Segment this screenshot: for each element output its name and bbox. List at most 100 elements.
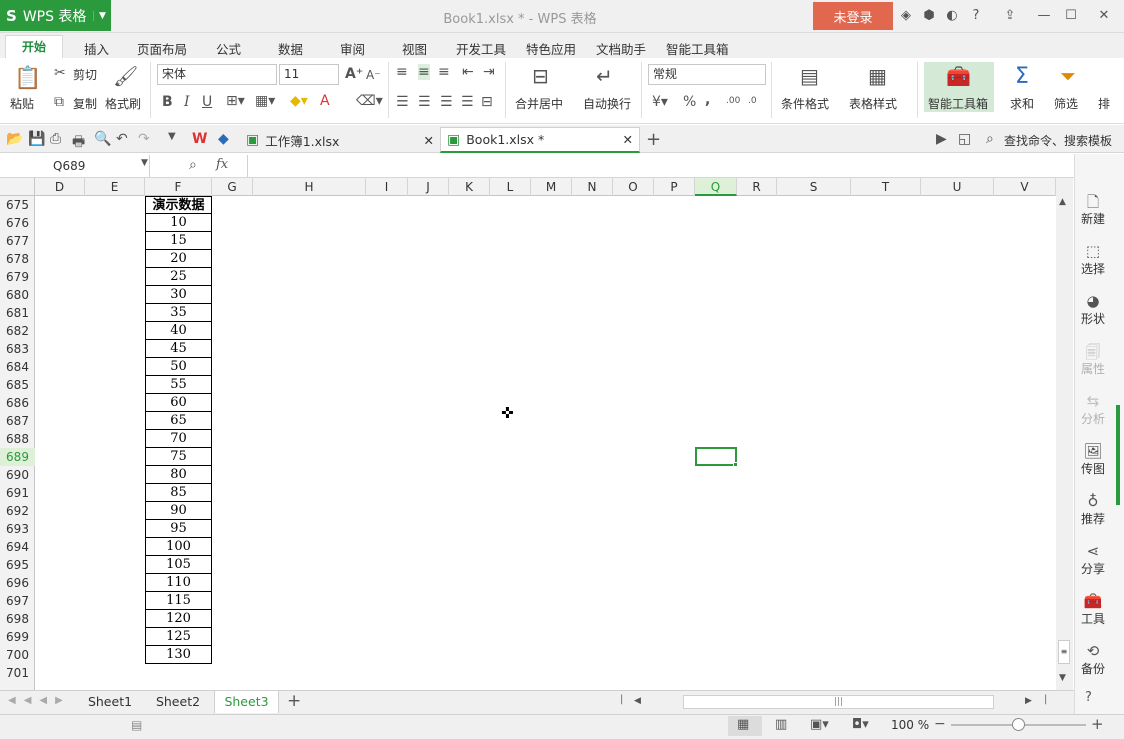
copy-button[interactable]: 复制 — [73, 95, 97, 112]
sum-button[interactable]: 求和 — [1010, 95, 1034, 112]
cut-button[interactable]: 剪切 — [73, 66, 97, 83]
font-size-select[interactable]: 11 — [279, 64, 339, 85]
undo-icon[interactable]: ↶ — [116, 131, 128, 147]
row-header-689[interactable]: 689 — [0, 448, 35, 466]
doc-tab-workbook1[interactable]: ▣ 工作簿1.xlsx ✕ — [240, 127, 440, 153]
row-header-679[interactable]: 679 — [0, 268, 35, 286]
scissors-icon[interactable]: ✂ — [54, 65, 66, 81]
merge-center-button[interactable]: 合并居中 — [515, 95, 563, 112]
table-cell[interactable]: 115 — [145, 592, 212, 610]
column-header-T[interactable]: T — [851, 178, 921, 196]
column-header-N[interactable]: N — [572, 178, 613, 196]
tab-special[interactable]: 特色应用 — [526, 39, 576, 58]
side-properties[interactable]: 🗐 属性 — [1074, 342, 1112, 377]
column-header-H[interactable]: H — [253, 178, 366, 196]
row-header-677[interactable]: 677 — [0, 232, 35, 250]
search-icon[interactable]: ⌕ — [986, 131, 994, 147]
row-header-693[interactable]: 693 — [0, 520, 35, 538]
zoom-slider-knob[interactable] — [1012, 718, 1025, 731]
column-header-V[interactable]: V — [994, 178, 1056, 196]
fill-color-icon[interactable]: ◆▾ — [290, 93, 308, 109]
table-cell[interactable]: 110 — [145, 574, 212, 592]
number-format-select[interactable]: 常规 — [648, 64, 766, 85]
chevron-down-icon[interactable]: ▼ — [93, 10, 111, 21]
justify-icon[interactable]: ☰ — [461, 94, 474, 110]
format-painter-button[interactable]: 格式刷 — [105, 95, 141, 112]
border-icon[interactable]: ⊞▾ — [226, 93, 245, 109]
tab-home[interactable]: 开始 — [5, 35, 63, 59]
tab-review[interactable]: 审阅 — [340, 39, 365, 58]
row-header-682[interactable]: 682 — [0, 322, 35, 340]
row-header-684[interactable]: 684 — [0, 358, 35, 376]
sheet-tab-3[interactable]: Sheet3 — [214, 691, 279, 713]
vertical-scrollbar[interactable] — [1056, 178, 1073, 690]
eye-protect-icon[interactable]: ◘▾ — [852, 717, 869, 732]
table-cell[interactable]: 85 — [145, 484, 212, 502]
column-header-L[interactable]: L — [490, 178, 531, 196]
font-color-button[interactable]: A — [320, 93, 330, 109]
help-icon[interactable]: ? — [968, 8, 984, 24]
print-preview-icon[interactable]: 🔍 — [94, 131, 111, 147]
scroll-left-icon[interactable]: ◀ — [634, 696, 641, 706]
doc-tab-book1[interactable]: ▣ Book1.xlsx * ✕ — [440, 127, 640, 153]
align-top-icon[interactable]: ≡ — [396, 64, 408, 80]
normal-view-icon[interactable]: ▦ — [737, 717, 749, 732]
side-select[interactable]: ⬚ 选择 — [1074, 242, 1112, 277]
customize-dropdown-icon[interactable]: ▼ — [168, 131, 176, 142]
align-left-icon[interactable]: ☰ — [396, 94, 409, 110]
grow-font-icon[interactable]: A⁺ — [345, 66, 363, 82]
close-tab-icon[interactable]: ✕ — [424, 133, 434, 148]
align-middle-icon[interactable]: ≡ — [418, 64, 430, 80]
row-header-687[interactable]: 687 — [0, 412, 35, 430]
settings-icon[interactable]: ⬢ — [921, 8, 937, 24]
table-cell[interactable]: 75 — [145, 448, 212, 466]
table-cell[interactable]: 95 — [145, 520, 212, 538]
zoom-in-icon[interactable]: + — [1091, 715, 1104, 733]
open-folder-icon[interactable]: 📂 — [6, 131, 23, 147]
column-header-E[interactable]: E — [85, 178, 145, 196]
table-header-cell[interactable]: 演示数据 — [145, 196, 212, 214]
close-tab-icon[interactable]: ✕ — [623, 132, 633, 147]
minimize-icon[interactable]: — — [1036, 8, 1052, 24]
shrink-font-icon[interactable]: A⁻ — [366, 68, 381, 82]
new-tab-icon[interactable]: + — [646, 129, 661, 150]
table-cell[interactable]: 25 — [145, 268, 212, 286]
fill-pattern-icon[interactable]: ▦▾ — [255, 93, 275, 109]
align-right-icon[interactable]: ☰ — [440, 94, 453, 110]
side-panel-handle[interactable] — [1116, 405, 1120, 505]
active-cell[interactable] — [695, 447, 737, 466]
italic-button[interactable]: I — [184, 94, 190, 110]
side-upload-image[interactable]: 🖼 传图 — [1074, 442, 1112, 477]
command-search-input[interactable]: 查找命令、搜索模板 — [1004, 132, 1112, 149]
row-header-701[interactable]: 701 — [0, 664, 35, 682]
side-backup[interactable]: ⟲ 备份 — [1074, 642, 1112, 677]
redo-icon[interactable]: ↷ — [138, 131, 150, 147]
side-analyze[interactable]: ⇆ 分析 — [1074, 392, 1112, 427]
row-header-696[interactable]: 696 — [0, 574, 35, 592]
row-header-692[interactable]: 692 — [0, 502, 35, 520]
column-header-K[interactable]: K — [449, 178, 490, 196]
more-button[interactable]: 排 — [1098, 95, 1110, 112]
print-icon[interactable]: 🖶 — [72, 131, 85, 155]
tab-page-layout[interactable]: 页面布局 — [137, 39, 187, 58]
restore-ribbon-icon[interactable]: ⇪ — [1002, 8, 1018, 24]
column-header-I[interactable]: I — [366, 178, 408, 196]
table-cell[interactable]: 35 — [145, 304, 212, 322]
bold-button[interactable]: B — [162, 94, 173, 110]
table-cell[interactable]: 15 — [145, 232, 212, 250]
maximize-icon[interactable]: ☐ — [1063, 8, 1079, 24]
page-layout-view-icon[interactable]: ▣▾ — [810, 717, 829, 732]
filter-icon[interactable]: ⏷ — [1060, 64, 1076, 88]
table-cell[interactable]: 100 — [145, 538, 212, 556]
zoom-out-icon[interactable]: − — [934, 716, 946, 732]
row-header-690[interactable]: 690 — [0, 466, 35, 484]
align-bottom-icon[interactable]: ≡ — [438, 64, 450, 80]
table-style-button[interactable]: 表格样式 — [849, 95, 897, 112]
scroll-thumb[interactable]: ≡ — [1058, 640, 1070, 664]
conditional-format-button[interactable]: 条件格式 — [781, 95, 829, 112]
column-header-S[interactable]: S — [777, 178, 851, 196]
table-cell[interactable]: 65 — [145, 412, 212, 430]
cube-icon[interactable]: ◆ — [218, 131, 229, 147]
tab-data[interactable]: 数据 — [278, 39, 303, 58]
sum-icon[interactable]: Σ — [1015, 64, 1029, 89]
